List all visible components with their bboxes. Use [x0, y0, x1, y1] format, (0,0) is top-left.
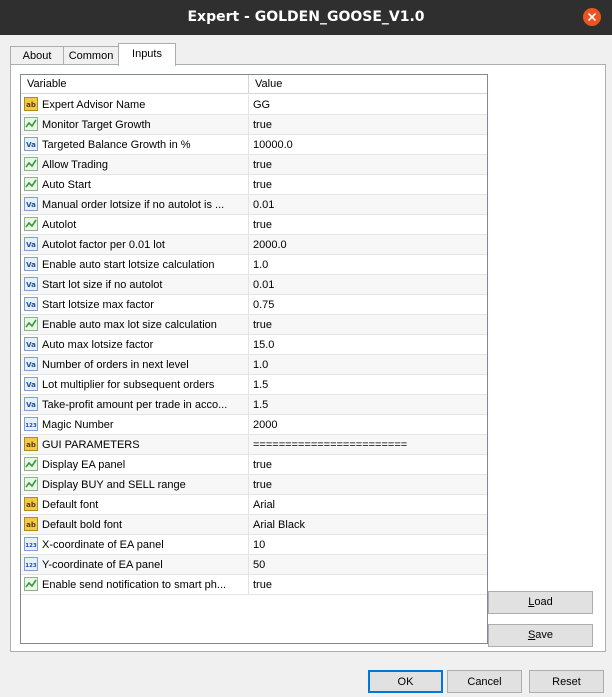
variable-name-cell[interactable]: Monitor Target Growth	[21, 115, 248, 134]
cancel-button[interactable]: Cancel	[447, 670, 522, 693]
variable-value-cell[interactable]: ========================	[249, 435, 487, 454]
variable-name-cell[interactable]: Y-coordinate of EA panel	[21, 555, 248, 574]
variable-value-cell[interactable]: 10	[249, 535, 487, 554]
dialog-body: About Common Inputs Variable Value ab Exp…	[0, 35, 612, 697]
variable-name-cell[interactable]: Display EA panel	[21, 455, 248, 474]
table-row[interactable]: Enable auto max lot size calculation true	[21, 315, 487, 335]
table-row[interactable]: ab GUI PARAMETERS ========================	[21, 435, 487, 455]
variable-name-cell[interactable]: Display BUY and SELL range	[21, 475, 248, 494]
variable-value-cell[interactable]: 1.0	[249, 255, 487, 274]
reset-button[interactable]: Reset	[529, 670, 604, 693]
variable-value-cell[interactable]: true	[249, 155, 487, 174]
save-button[interactable]: Save	[488, 624, 593, 647]
variable-value-cell[interactable]: true	[249, 115, 487, 134]
table-row[interactable]: Display EA panel true	[21, 455, 487, 475]
table-row[interactable]: Va Start lotsize max factor 0.75	[21, 295, 487, 315]
tab-inputs[interactable]: Inputs	[118, 43, 176, 66]
table-row[interactable]: ab Default bold font Arial Black	[21, 515, 487, 535]
table-row[interactable]: Va Number of orders in next level 1.0	[21, 355, 487, 375]
variable-value-cell[interactable]: 1.0	[249, 355, 487, 374]
tab-about[interactable]: About	[10, 46, 64, 65]
ok-button[interactable]: OK	[368, 670, 443, 693]
table-row[interactable]: 123 Y-coordinate of EA panel 50	[21, 555, 487, 575]
variable-name-cell[interactable]: Default bold font	[21, 515, 248, 534]
variable-name-cell[interactable]: Allow Trading	[21, 155, 248, 174]
variable-name-cell[interactable]: X-coordinate of EA panel	[21, 535, 248, 554]
table-row[interactable]: Va Autolot factor per 0.01 lot 2000.0	[21, 235, 487, 255]
table-row[interactable]: Enable send notification to smart ph... t…	[21, 575, 487, 595]
variable-name-cell[interactable]: Magic Number	[21, 415, 248, 434]
variable-name-cell[interactable]: Take-profit amount per trade in acco...	[21, 395, 248, 414]
variable-value-cell[interactable]: 10000.0	[249, 135, 487, 154]
variable-value-cell[interactable]: true	[249, 455, 487, 474]
variable-value-cell[interactable]: 0.01	[249, 275, 487, 294]
table-row[interactable]: ab Default font Arial	[21, 495, 487, 515]
tab-common[interactable]: Common	[63, 46, 119, 65]
variable-value-cell[interactable]: 1.5	[249, 395, 487, 414]
variable-value-cell[interactable]: 15.0	[249, 335, 487, 354]
variable-name-cell[interactable]: Expert Advisor Name	[21, 95, 248, 114]
title-bar: Expert - GOLDEN_GOOSE_V1.0	[0, 0, 612, 35]
variable-name-cell[interactable]: Manual order lotsize if no autolot is ..…	[21, 195, 248, 214]
value-column-header[interactable]: Value	[249, 75, 487, 94]
close-window-button[interactable]	[583, 8, 601, 26]
variable-value-cell[interactable]: true	[249, 575, 487, 594]
variable-name-cell[interactable]: Autolot factor per 0.01 lot	[21, 235, 248, 254]
variable-name-cell[interactable]: Lot multiplier for subsequent orders	[21, 375, 248, 394]
variable-value-cell[interactable]: 1.5	[249, 375, 487, 394]
variable-name-cell[interactable]: Enable auto max lot size calculation	[21, 315, 248, 334]
load-button-label: oad	[534, 596, 553, 608]
variable-name-cell[interactable]: Number of orders in next level	[21, 355, 248, 374]
variable-value-cell[interactable]: Arial Black	[249, 515, 487, 534]
variable-value-cell[interactable]: 0.01	[249, 195, 487, 214]
variable-name-cell[interactable]: Default font	[21, 495, 248, 514]
table-row[interactable]: Display BUY and SELL range true	[21, 475, 487, 495]
table-row[interactable]: Allow Trading true	[21, 155, 487, 175]
variable-name-cell[interactable]: Start lot size if no autolot	[21, 275, 248, 294]
variable-name-cell[interactable]: Auto Start	[21, 175, 248, 194]
variable-name-cell[interactable]: GUI PARAMETERS	[21, 435, 248, 454]
table-row[interactable]: Va Targeted Balance Growth in % 10000.0	[21, 135, 487, 155]
variable-name-cell[interactable]: Targeted Balance Growth in %	[21, 135, 248, 154]
variable-value-cell[interactable]: 50	[249, 555, 487, 574]
table-row[interactable]: Va Start lot size if no autolot 0.01	[21, 275, 487, 295]
variable-name-cell[interactable]: Enable send notification to smart ph...	[21, 575, 248, 594]
window-title: Expert - GOLDEN_GOOSE_V1.0	[187, 9, 425, 25]
variable-value-cell[interactable]: 2000.0	[249, 235, 487, 254]
inputs-grid: Variable Value ab Expert Advisor Name GG Mo…	[20, 74, 488, 644]
variable-value-cell[interactable]: true	[249, 215, 487, 234]
table-row[interactable]: 123 Magic Number 2000	[21, 415, 487, 435]
table-row[interactable]: ab Expert Advisor Name GG	[21, 95, 487, 115]
table-row[interactable]: Va Manual order lotsize if no autolot is …	[21, 195, 487, 215]
inputs-panel: Variable Value ab Expert Advisor Name GG Mo…	[10, 64, 606, 652]
table-row[interactable]: Monitor Target Growth true	[21, 115, 487, 135]
table-row[interactable]: Va Auto max lotsize factor 15.0	[21, 335, 487, 355]
variable-value-cell[interactable]: Arial	[249, 495, 487, 514]
variable-value-cell[interactable]: true	[249, 315, 487, 334]
grid-header: Variable Value	[21, 75, 487, 94]
variable-value-cell[interactable]: true	[249, 175, 487, 194]
variable-value-cell[interactable]: true	[249, 475, 487, 494]
variable-name-cell[interactable]: Start lotsize max factor	[21, 295, 248, 314]
variable-name-cell[interactable]: Autolot	[21, 215, 248, 234]
variable-value-cell[interactable]: GG	[249, 95, 487, 114]
table-row[interactable]: Va Lot multiplier for subsequent orders 1.…	[21, 375, 487, 395]
table-row[interactable]: Va Enable auto start lotsize calculation 1…	[21, 255, 487, 275]
variable-value-cell[interactable]: 0.75	[249, 295, 487, 314]
table-row[interactable]: 123 X-coordinate of EA panel 10	[21, 535, 487, 555]
table-row[interactable]: Va Take-profit amount per trade in acco..…	[21, 395, 487, 415]
table-row[interactable]: Autolot true	[21, 215, 487, 235]
variable-name-cell[interactable]: Enable auto start lotsize calculation	[21, 255, 248, 274]
load-button[interactable]: Load	[488, 591, 593, 614]
close-icon	[588, 13, 596, 21]
table-row[interactable]: Auto Start true	[21, 175, 487, 195]
save-button-label: ave	[535, 629, 554, 641]
variable-value-cell[interactable]: 2000	[249, 415, 487, 434]
variable-name-cell[interactable]: Auto max lotsize factor	[21, 335, 248, 354]
variable-column-header[interactable]: Variable	[21, 75, 248, 94]
